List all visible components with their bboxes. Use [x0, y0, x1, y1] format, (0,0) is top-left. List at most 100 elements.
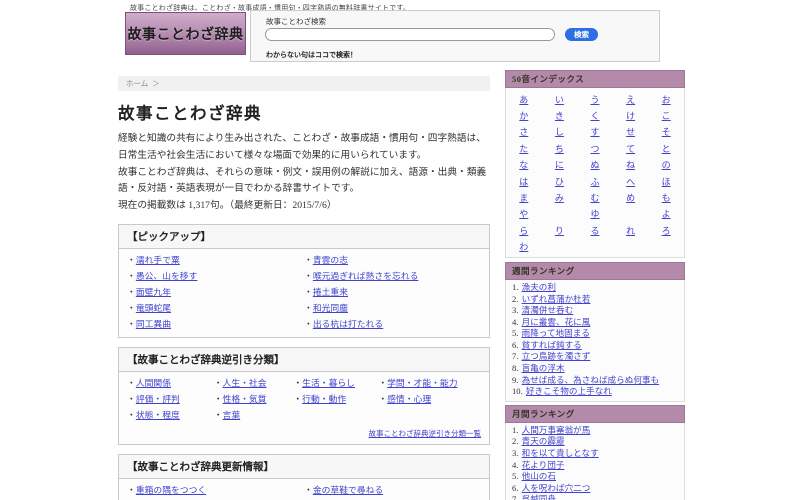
kana-link[interactable]: と [662, 144, 671, 154]
kana-link[interactable]: も [662, 193, 671, 203]
kana-link[interactable]: ら [519, 226, 528, 236]
category-link[interactable]: 生活・暮らし [302, 378, 355, 388]
kana-link[interactable]: さ [519, 127, 528, 137]
proverb-link[interactable]: 喉元過ぎれば熱さを忘れる [313, 271, 419, 281]
category-link[interactable]: 人生・社会 [223, 378, 267, 388]
kana-link[interactable]: ひ [555, 177, 564, 187]
kana-link[interactable]: む [590, 193, 599, 203]
proverb-link[interactable]: 呉越同舟 [522, 494, 556, 500]
kana-link[interactable]: り [555, 226, 564, 236]
category-link[interactable]: 言葉 [223, 410, 241, 420]
proverb-link[interactable]: 好きこそ物の上手なれ [526, 386, 612, 396]
category-link[interactable]: 人間関係 [136, 378, 171, 388]
category-link[interactable]: 感情・心理 [387, 394, 431, 404]
search-hint: わからない句はココで検索！ [266, 52, 357, 59]
search-button[interactable]: 検索 [565, 28, 598, 41]
kana-link[interactable]: こ [662, 111, 671, 121]
kana-link[interactable]: す [590, 127, 599, 137]
proverb-link[interactable]: 和を以て貴しとなす [522, 448, 599, 458]
category-link[interactable]: 学問・才能・能力 [387, 378, 457, 388]
kana-link[interactable]: に [555, 160, 564, 170]
categories-section: 【故事ことわざ辞典逆引き分類】 人間関係 評価・評判 状態・程度 人生・社会 性… [118, 346, 490, 445]
kana-link[interactable]: ぬ [590, 160, 599, 170]
category-link[interactable]: 行動・動作 [302, 394, 346, 404]
kana-link[interactable]: の [662, 160, 671, 170]
proverb-link[interactable]: 貧すれば鈍する [522, 340, 582, 350]
categories-more-link[interactable]: 故事ことわざ辞典逆引き分類一覧 [369, 429, 482, 438]
proverb-link[interactable]: 人間万事塞翁が馬 [522, 425, 591, 435]
search-input[interactable] [265, 28, 555, 41]
kana-link[interactable]: ゆ [590, 209, 599, 219]
category-link[interactable]: 評価・評判 [136, 394, 180, 404]
kana-link[interactable]: ろ [662, 226, 671, 236]
kana-link[interactable]: あ [519, 95, 528, 105]
kana-link[interactable]: か [519, 111, 528, 121]
proverb-link[interactable]: 出る杭は打たれる [313, 319, 383, 329]
kana-link[interactable]: は [519, 177, 528, 187]
kana-link[interactable]: う [590, 95, 599, 105]
proverb-link[interactable]: 花より団子 [522, 460, 565, 470]
category-link[interactable]: 性格・気質 [223, 394, 267, 404]
proverb-link[interactable]: 金の草鞋で尋ねる [313, 485, 383, 495]
kana-link[interactable]: み [555, 193, 564, 203]
kana-cell: れ [613, 224, 649, 237]
list-item: 人間関係 [127, 375, 214, 391]
kana-link[interactable]: め [626, 193, 635, 203]
kana-link[interactable]: ね [626, 160, 635, 170]
kana-link[interactable]: え [626, 95, 635, 105]
kana-link[interactable]: い [555, 95, 564, 105]
kana-link[interactable]: へ [626, 177, 635, 187]
kana-cell: せ [613, 125, 649, 138]
proverb-link[interactable]: いずれ菖蒲か杜若 [522, 294, 591, 304]
proverb-link[interactable]: 人を呪わば穴二つ [522, 483, 591, 493]
proverb-link[interactable]: 雨降って地固まる [522, 328, 590, 338]
list-item: 言葉 [214, 407, 294, 423]
proverb-link[interactable]: 青雲の志 [313, 255, 348, 265]
kana-link[interactable]: け [626, 111, 635, 121]
breadcrumb-home-link[interactable]: ホーム [126, 79, 148, 88]
category-link[interactable]: 状態・程度 [136, 410, 180, 420]
kana-link[interactable]: ほ [662, 177, 671, 187]
kana-link[interactable]: た [519, 144, 528, 154]
proverb-link[interactable]: 為せば成る、為さねば成らぬ何事も [522, 375, 660, 385]
kana-link[interactable]: て [626, 144, 635, 154]
proverb-link[interactable]: 同工異曲 [136, 319, 171, 329]
breadcrumb-separator: ＞ [152, 79, 160, 88]
kana-link[interactable]: れ [626, 226, 635, 236]
kana-cell: り [542, 224, 578, 237]
kana-link[interactable]: よ [662, 209, 671, 219]
kana-link[interactable]: ふ [590, 177, 599, 187]
kana-link[interactable]: そ [662, 127, 671, 137]
proverb-link[interactable]: 竜頭蛇尾 [136, 303, 171, 313]
kana-link[interactable]: ち [555, 144, 564, 154]
proverb-link[interactable]: 捲土重来 [313, 287, 348, 297]
kana-link[interactable]: ま [519, 193, 528, 203]
proverb-link[interactable]: 青天の霹靂 [522, 436, 565, 446]
kana-link[interactable]: る [590, 226, 599, 236]
kana-link[interactable]: し [555, 127, 564, 137]
proverb-link[interactable]: 重箱の隅をつつく [136, 485, 206, 495]
proverb-link[interactable]: 他山の石 [522, 471, 556, 481]
search-label: 故事ことわざ検索 [266, 17, 326, 26]
proverb-link[interactable]: 月に叢雲、花に風 [522, 317, 591, 327]
kana-link[interactable]: く [590, 111, 599, 121]
proverb-link[interactable]: 清濁併せ呑む [522, 305, 574, 315]
proverb-link[interactable]: 愚公、山を移す [136, 271, 198, 281]
kana-link[interactable]: や [519, 209, 528, 219]
proverb-link[interactable]: 和光同塵 [313, 303, 348, 313]
site-logo[interactable]: 故事ことわざ辞典 [125, 12, 246, 55]
proverb-link[interactable]: 漁夫の利 [522, 282, 556, 292]
kana-link[interactable]: き [555, 111, 564, 121]
proverb-link[interactable]: 盲亀の浮木 [522, 363, 565, 373]
updates-section-title: 【故事ことわざ辞典更新情報】 [119, 454, 489, 479]
proverb-link[interactable]: 濡れ手で粟 [136, 255, 180, 265]
ranking-item: 盲亀の浮木 [512, 363, 680, 375]
kana-link[interactable]: つ [590, 144, 599, 154]
proverb-link[interactable]: 立つ鳥跡を濁さず [522, 351, 591, 361]
kana-link[interactable]: わ [519, 242, 528, 252]
kana-link[interactable]: な [519, 160, 528, 170]
proverb-link[interactable]: 面壁九年 [136, 287, 171, 297]
kana-index-grid: あ い う え お か き く け こ さ し す せ そ た ち つ て と な に ぬ ね の は ひ ふ へ ほ ま み む め… [505, 88, 685, 258]
kana-link[interactable]: せ [626, 127, 635, 137]
kana-link[interactable]: お [662, 95, 671, 105]
